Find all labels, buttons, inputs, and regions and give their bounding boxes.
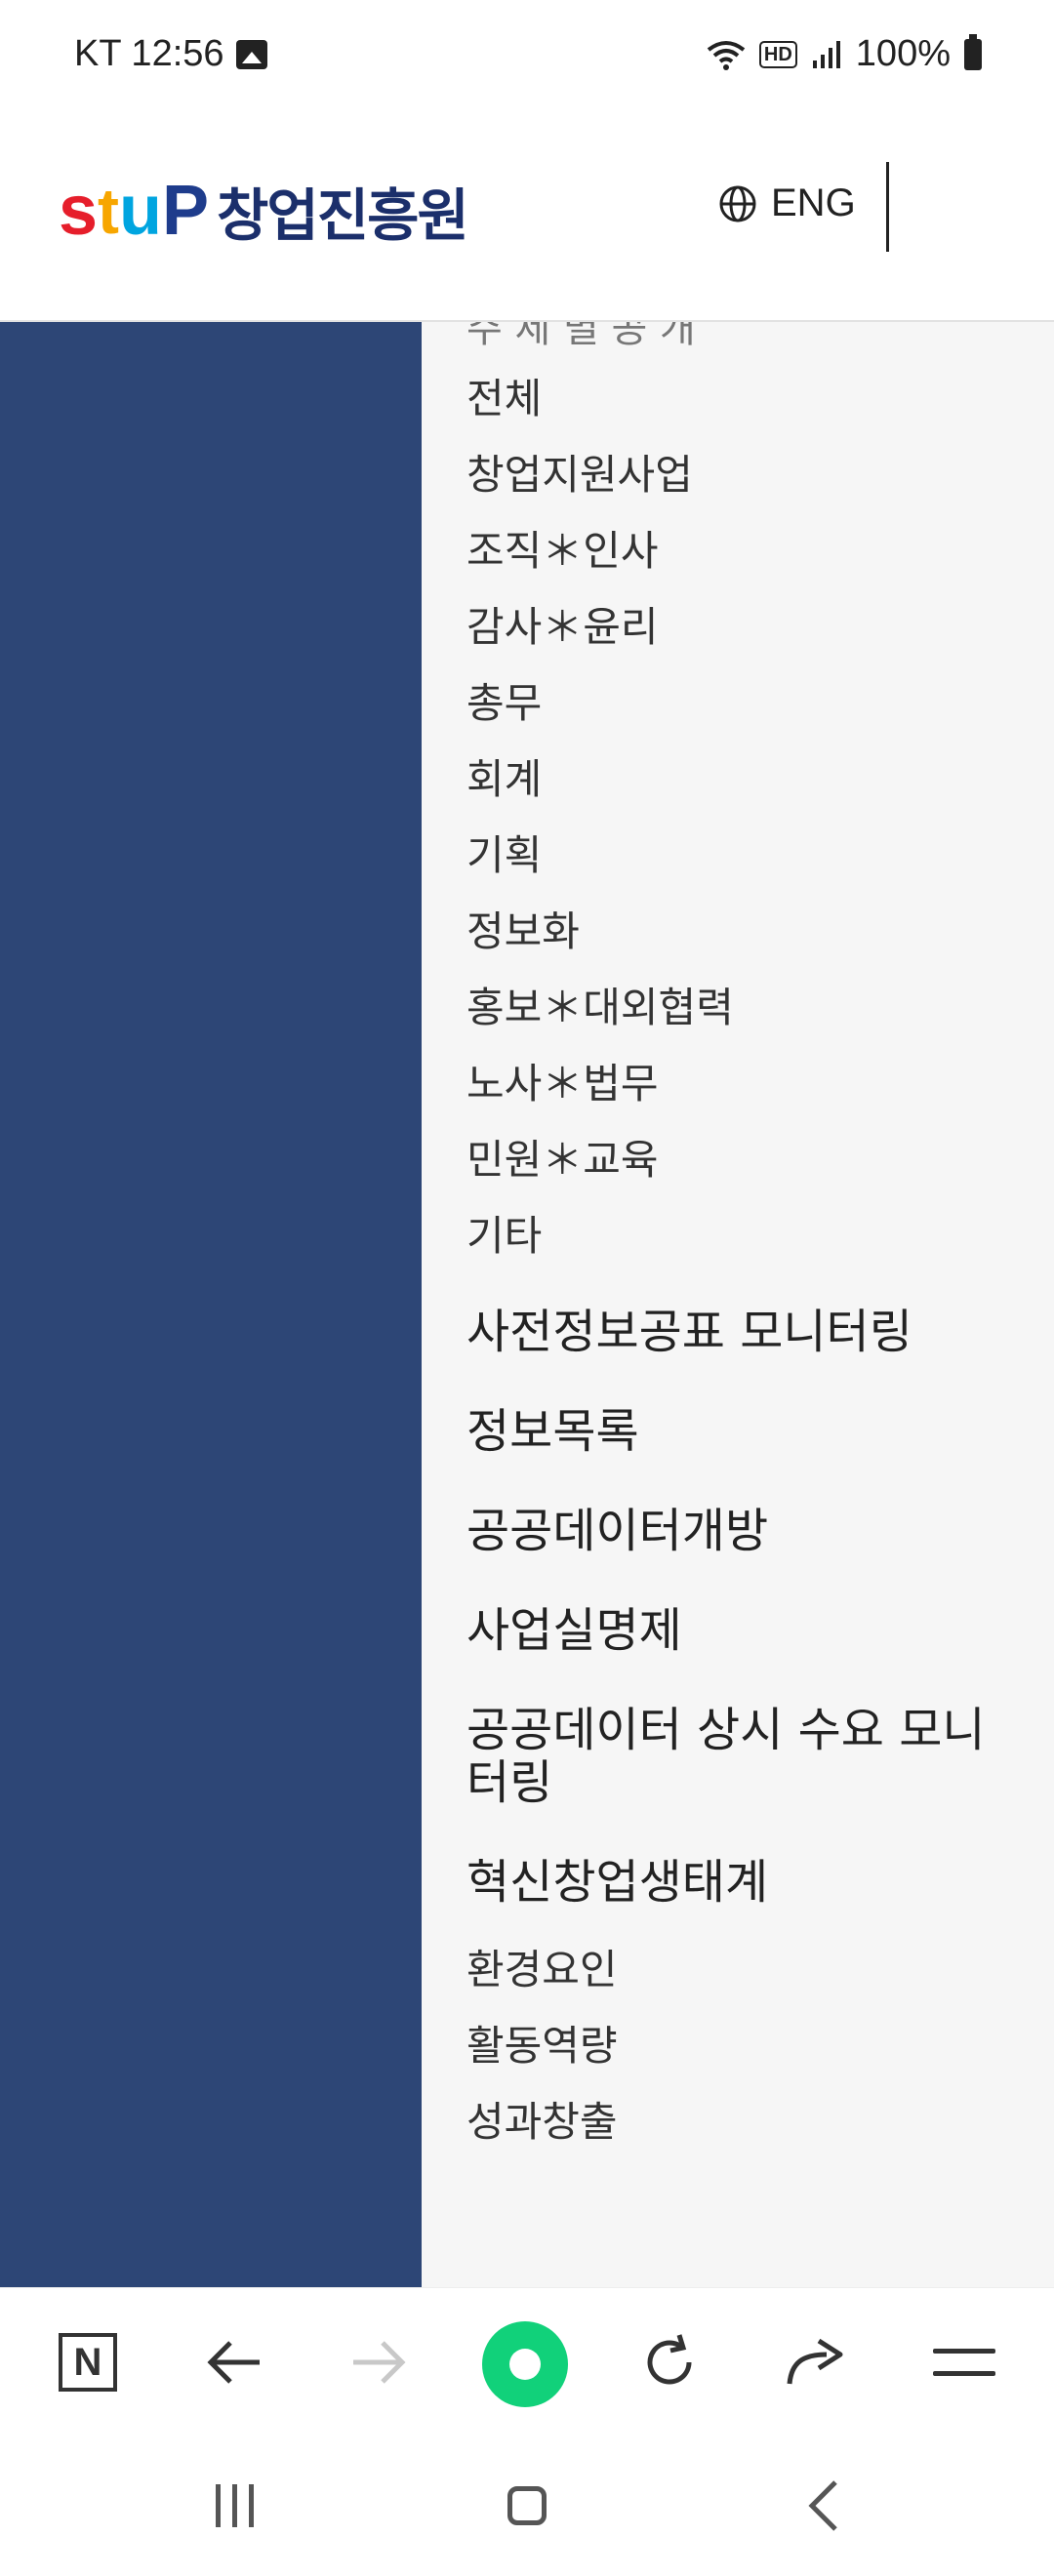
submenu-item-general-affairs[interactable]: 총무 — [466, 665, 1033, 742]
system-nav-bar — [0, 2435, 1054, 2576]
logo-mark: stuP — [59, 172, 210, 250]
battery-percent: 100% — [855, 33, 951, 74]
signal-icon — [812, 40, 840, 68]
submenu-item-pr-external[interactable]: 홍보＊대외협력 — [466, 970, 1033, 1046]
ecosystem-item-environment[interactable]: 환경요인 — [466, 1932, 1033, 2008]
cut-off-title: 주 제 별 공 개 — [466, 322, 696, 351]
menu-icon — [933, 2349, 995, 2376]
submenu-item-planning[interactable]: 기획 — [466, 818, 1033, 894]
submenu-item-civil-education[interactable]: 민원＊교육 — [466, 1122, 1033, 1198]
language-label: ENG — [771, 181, 856, 224]
status-bar: KT 12:56 HD 100% — [0, 0, 1054, 117]
back-button[interactable] — [195, 2323, 273, 2401]
menu-button[interactable] — [925, 2323, 1003, 2401]
wifi-icon — [707, 40, 746, 70]
section-business-real-name[interactable]: 사업실명제 — [466, 1581, 1033, 1680]
submenu-item-informatization[interactable]: 정보화 — [466, 894, 1033, 970]
recents-button[interactable] — [195, 2471, 273, 2541]
submenu-item-startup-support[interactable]: 창업지원사업 — [466, 437, 1033, 513]
forward-button[interactable] — [340, 2323, 418, 2401]
submenu-item-labor-legal[interactable]: 노사＊법무 — [466, 1046, 1033, 1122]
language-switch[interactable]: ENG — [718, 181, 856, 225]
refresh-button[interactable] — [630, 2323, 709, 2401]
section-innovation-ecosystem[interactable]: 혁신창업생태계 — [466, 1832, 1033, 1932]
logo-text: 창업진흥원 — [217, 182, 469, 249]
site-logo[interactable]: stuP 창업진흥원 — [59, 170, 469, 252]
submenu-item-all[interactable]: 전체 — [466, 361, 1033, 437]
image-icon — [235, 39, 267, 69]
forward-arrow-icon — [353, 2341, 406, 2384]
share-button[interactable] — [777, 2323, 855, 2401]
ecosystem-item-performance[interactable]: 성과창출 — [466, 2084, 1033, 2160]
nav-back-icon — [808, 2480, 837, 2531]
naver-home-button[interactable]: N — [49, 2323, 127, 2401]
left-nav-panel — [0, 322, 422, 2287]
home-icon — [507, 2486, 547, 2525]
back-arrow-icon — [207, 2341, 260, 2384]
nav-back-button[interactable] — [785, 2471, 863, 2541]
submenu-item-audit-ethics[interactable]: 감사＊윤리 — [466, 589, 1033, 665]
section-public-data-open[interactable]: 공공데이터개방 — [466, 1481, 1033, 1581]
site-header: stuP 창업진흥원 ENG — [0, 117, 1054, 322]
submenu-panel: 주 제 별 공 개 전체 창업지원사업 조직＊인사 감사＊윤리 총무 회계 기획… — [422, 322, 1054, 2287]
battery-icon — [964, 33, 982, 70]
n-icon: N — [59, 2333, 117, 2392]
browser-toolbar: N — [0, 2287, 1054, 2436]
submenu-item-accounting[interactable]: 회계 — [466, 742, 1033, 818]
green-dot-icon[interactable] — [482, 2321, 568, 2407]
section-info-list[interactable]: 정보목록 — [466, 1382, 1033, 1481]
section-prior-disclosure-monitoring[interactable]: 사전정보공표 모니터링 — [466, 1282, 1033, 1382]
hd-icon: HD — [758, 40, 797, 68]
home-button[interactable] — [488, 2471, 566, 2541]
status-left: KT 12:56 — [74, 33, 267, 75]
status-right: HD 100% — [707, 33, 982, 75]
submenu-item-org-hr[interactable]: 조직＊인사 — [466, 513, 1033, 589]
section-public-data-demand-monitoring[interactable]: 공공데이터 상시 수요 모니터링 — [466, 1680, 1013, 1832]
refresh-icon — [647, 2334, 692, 2385]
submenu-item-etc[interactable]: 기타 — [466, 1198, 1033, 1274]
ecosystem-item-capability[interactable]: 활동역량 — [466, 2008, 1033, 2084]
carrier-time: KT 12:56 — [74, 33, 224, 74]
recents-icon — [215, 2484, 254, 2527]
globe-icon — [719, 185, 756, 221]
header-divider — [886, 162, 889, 252]
submenu-list: 전체 창업지원사업 조직＊인사 감사＊윤리 총무 회계 기획 정보화 홍보＊대외… — [466, 361, 1033, 2160]
share-icon — [787, 2338, 843, 2385]
